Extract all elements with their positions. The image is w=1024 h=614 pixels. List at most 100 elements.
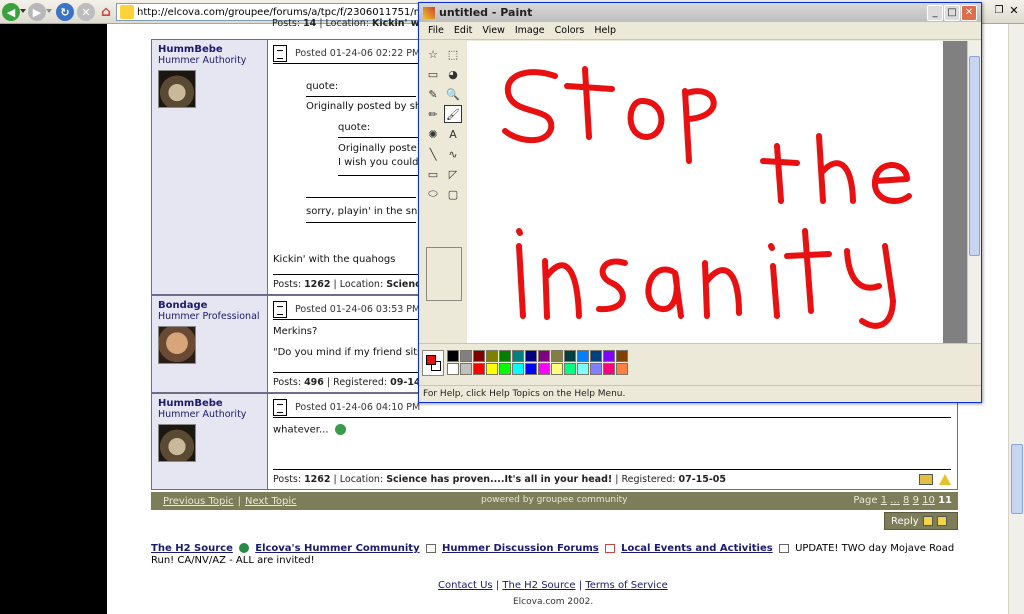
text-icon[interactable]: A — [444, 125, 462, 143]
eraser-icon[interactable]: ▭ — [424, 65, 442, 83]
footer-link-community[interactable]: Elcova's Hummer Community — [255, 543, 419, 554]
color-swatch[interactable] — [486, 350, 498, 362]
color-swatch[interactable] — [512, 350, 524, 362]
color-swatch[interactable] — [538, 363, 550, 375]
color-swatch[interactable] — [447, 350, 459, 362]
color-swatch[interactable] — [486, 363, 498, 375]
foreground-color[interactable] — [426, 355, 436, 365]
menu-help[interactable]: Help — [589, 25, 621, 36]
globe-icon — [239, 543, 250, 553]
free-select-icon[interactable]: ☆ — [424, 45, 442, 63]
color-swatch[interactable] — [551, 363, 563, 375]
paint-scrollbar-thumb[interactable] — [969, 56, 980, 256]
paint-scrollbar[interactable] — [967, 41, 981, 343]
page-scrollbar-thumb[interactable] — [1011, 444, 1023, 514]
color-swatch[interactable] — [603, 363, 615, 375]
username[interactable]: HummBebe — [158, 44, 261, 55]
page-link-1[interactable]: 1 — [881, 495, 887, 506]
document-icon[interactable] — [273, 301, 287, 318]
canvas[interactable] — [467, 41, 943, 343]
page-link-9[interactable]: 9 — [913, 495, 919, 506]
color-swatch[interactable] — [460, 350, 472, 362]
h2-source-link[interactable]: The H2 Source — [502, 580, 575, 591]
close-window-button[interactable]: ✕ — [1007, 4, 1021, 18]
polygon-icon[interactable]: ◸ — [444, 165, 462, 183]
back-button[interactable]: ◀ — [2, 3, 20, 21]
magnifier-icon[interactable]: 🔍 — [444, 85, 462, 103]
color-swatch[interactable] — [460, 363, 472, 375]
next-topic-link[interactable]: Next Topic — [245, 496, 297, 507]
reply-button[interactable]: Reply — [884, 512, 958, 530]
footer-link-events[interactable]: Local Events and Activities — [621, 543, 773, 554]
color-swatch[interactable] — [538, 350, 550, 362]
back-dropdown-icon[interactable] — [20, 9, 26, 13]
color-picker-icon[interactable]: ✎ — [424, 85, 442, 103]
color-swatch[interactable] — [616, 363, 628, 375]
paint-titlebar[interactable]: untitled - Paint _ □ ✕ — [419, 3, 981, 22]
home-button[interactable]: ⌂ — [97, 3, 115, 21]
page-link-8[interactable]: 8 — [903, 495, 909, 506]
curve-icon[interactable]: ∿ — [444, 145, 462, 163]
rounded-rect-icon[interactable]: ▢ — [444, 185, 462, 203]
stop-button[interactable]: ✕ — [77, 3, 95, 21]
contact-us-link[interactable]: Contact Us — [438, 580, 493, 591]
terms-link[interactable]: Terms of Service — [585, 580, 667, 591]
username[interactable]: HummBebe — [158, 398, 261, 409]
color-swatch[interactable] — [616, 350, 628, 362]
address-text[interactable]: http://elcova.com/groupee/forums/a/tpc/f… — [137, 7, 419, 18]
report-warning-icon[interactable] — [939, 474, 951, 485]
page-link-ellipsis[interactable]: ... — [890, 495, 900, 506]
brush-icon[interactable]: 🖌 — [444, 105, 462, 123]
pencil-icon[interactable]: ✏ — [424, 105, 442, 123]
forward-button[interactable]: ▶ — [28, 3, 46, 21]
minimize-button[interactable]: _ — [927, 5, 943, 21]
page-scrollbar[interactable] — [1008, 24, 1024, 614]
current-colors[interactable] — [422, 350, 444, 376]
menu-image[interactable]: Image — [510, 25, 550, 36]
color-swatch[interactable] — [590, 363, 602, 375]
color-swatch[interactable] — [603, 350, 615, 362]
line-icon[interactable]: ╲ — [424, 145, 442, 163]
color-swatch[interactable] — [473, 350, 485, 362]
close-button[interactable]: ✕ — [961, 5, 977, 21]
page-link-10[interactable]: 10 — [922, 495, 935, 506]
menu-file[interactable]: File — [423, 25, 449, 36]
fill-icon[interactable]: ◕ — [444, 65, 462, 83]
menu-colors[interactable]: Colors — [550, 25, 590, 36]
rectangle-icon[interactable]: ▭ — [424, 165, 442, 183]
username[interactable]: Bondage — [158, 300, 261, 311]
color-swatch[interactable] — [512, 363, 524, 375]
color-swatch[interactable] — [564, 350, 576, 362]
footer-link-forums[interactable]: Hummer Discussion Forums — [442, 543, 599, 554]
tool-options[interactable] — [426, 247, 462, 301]
previous-topic-link[interactable]: Previous Topic — [163, 496, 234, 507]
color-swatch[interactable] — [577, 350, 589, 362]
color-swatch[interactable] — [447, 363, 459, 375]
maximize-button[interactable]: □ — [944, 5, 960, 21]
rect-select-icon[interactable]: ⬚ — [444, 45, 462, 63]
stroke-h — [816, 133, 856, 204]
ellipse-icon[interactable]: ⬭ — [424, 185, 442, 203]
quote-post-icon[interactable] — [919, 474, 933, 485]
color-swatch[interactable] — [499, 350, 511, 362]
forward-dropdown-icon[interactable] — [46, 9, 52, 13]
document-icon[interactable] — [273, 399, 287, 416]
menu-edit[interactable]: Edit — [449, 25, 477, 36]
reply-options-icon[interactable] — [936, 516, 947, 526]
color-swatch[interactable] — [564, 363, 576, 375]
footer-link-h2-source[interactable]: The H2 Source — [151, 543, 233, 554]
posts-label: Posts: — [273, 377, 302, 388]
color-swatch[interactable] — [525, 363, 537, 375]
refresh-button[interactable]: ↻ — [56, 3, 74, 21]
color-swatch[interactable] — [590, 350, 602, 362]
restore-window-button[interactable]: ❐ — [992, 4, 1006, 18]
menu-view[interactable]: View — [477, 25, 510, 36]
color-swatch[interactable] — [577, 363, 589, 375]
registered-value: 07-15-05 — [678, 474, 727, 485]
color-swatch[interactable] — [499, 363, 511, 375]
color-swatch[interactable] — [551, 350, 563, 362]
airbrush-icon[interactable]: ✺ — [424, 125, 442, 143]
color-swatch[interactable] — [473, 363, 485, 375]
color-swatch[interactable] — [525, 350, 537, 362]
document-icon[interactable] — [273, 45, 287, 62]
